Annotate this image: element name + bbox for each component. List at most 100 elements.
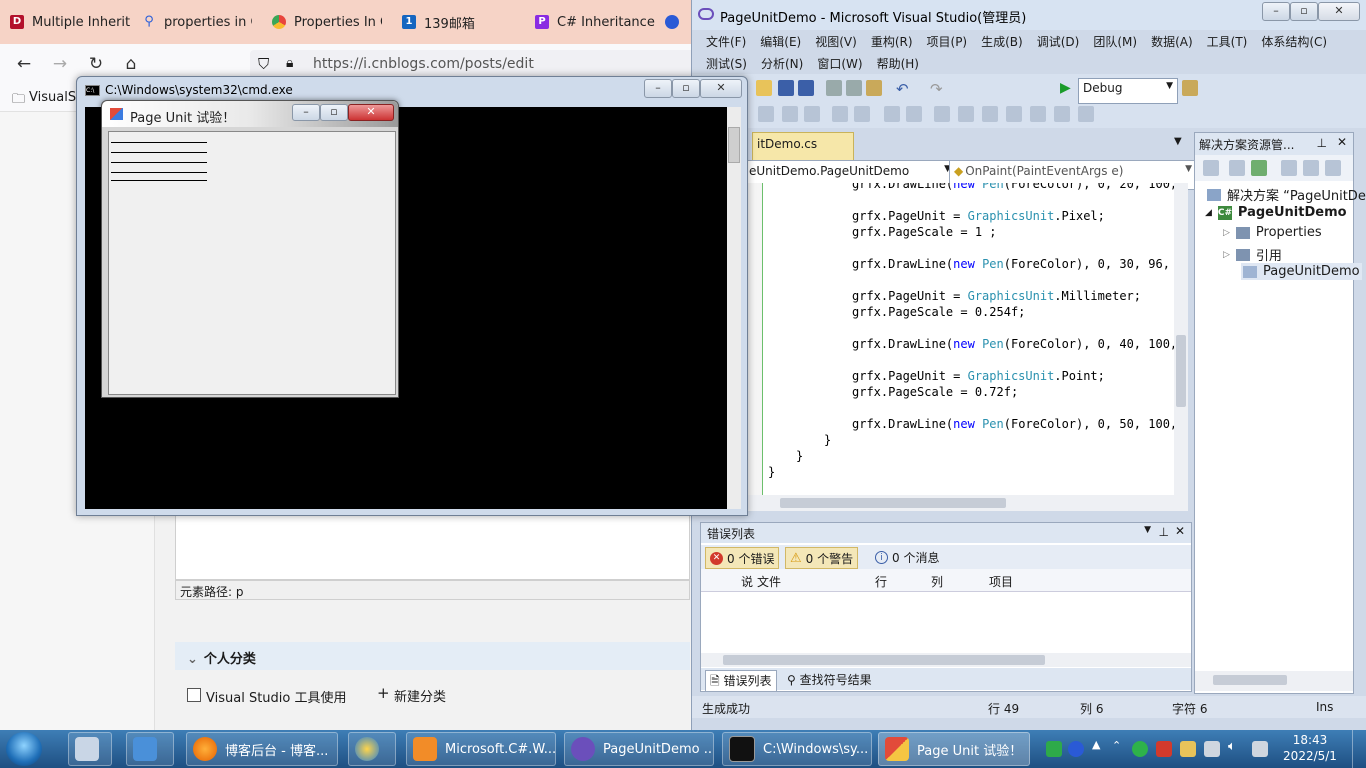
bookmark-folder[interactable]: 🗀 VisualSt bbox=[12, 90, 81, 112]
home-icon[interactable]: ⌂ bbox=[119, 52, 143, 76]
browser-tab-2[interactable]: Properties In C bbox=[272, 6, 382, 38]
errors-filter-button[interactable]: ✕ 0 个错误 bbox=[705, 547, 780, 569]
scroll-thumb[interactable] bbox=[1213, 675, 1287, 685]
close-icon[interactable]: ✕ bbox=[1337, 135, 1347, 149]
security-icon[interactable] bbox=[1180, 741, 1196, 757]
pinned-desktop[interactable] bbox=[126, 732, 174, 766]
browser-tab-3[interactable]: 1 139邮箱 bbox=[402, 6, 512, 38]
menu-item[interactable]: 文件(F) bbox=[706, 33, 746, 50]
new-category-link[interactable]: 新建分类 bbox=[394, 686, 446, 705]
task-cmd[interactable]: C:\Windows\sy... bbox=[722, 732, 872, 766]
next-bookmark-folder-icon[interactable] bbox=[1030, 106, 1046, 122]
minimize-button[interactable]: – bbox=[292, 104, 320, 121]
minimize-button[interactable]: – bbox=[1262, 2, 1290, 21]
close-button[interactable]: ✕ bbox=[348, 104, 394, 121]
volume-muted-icon[interactable] bbox=[1156, 741, 1172, 757]
menu-item[interactable]: 数据(A) bbox=[1151, 33, 1193, 50]
close-button[interactable]: ✕ bbox=[1318, 2, 1360, 21]
undo-icon[interactable]: ↶ bbox=[896, 80, 912, 98]
browser-tab-1[interactable]: ⚲ properties in C bbox=[142, 6, 252, 38]
menu-item[interactable]: 生成(B) bbox=[981, 33, 1023, 50]
task-pdf[interactable]: Microsoft.C#.W... bbox=[406, 732, 556, 766]
column-line[interactable]: 行 bbox=[875, 573, 887, 590]
properties-window-icon[interactable] bbox=[1182, 80, 1198, 96]
menu-item[interactable]: 项目(P) bbox=[927, 33, 968, 50]
maximize-button[interactable]: ▫ bbox=[672, 79, 700, 98]
browser-tab-0[interactable]: D Multiple Inherit bbox=[10, 6, 130, 38]
comment-icon[interactable] bbox=[884, 106, 900, 122]
show-all-files-icon[interactable] bbox=[1229, 160, 1245, 176]
menu-item[interactable]: 测试(S) bbox=[706, 55, 747, 72]
back-arrow-icon[interactable]: ← bbox=[12, 52, 36, 76]
task-firefox[interactable]: 博客后台 - 博客... bbox=[186, 732, 338, 766]
browser-tab-4[interactable]: P C# Inheritance bbox=[535, 6, 655, 38]
speaker-icon[interactable]: 🔈︎ bbox=[1228, 739, 1244, 755]
scroll-thumb[interactable] bbox=[780, 498, 1006, 508]
start-debug-icon[interactable]: ▶ bbox=[1060, 80, 1076, 96]
help-icon[interactable] bbox=[1068, 741, 1084, 757]
clock[interactable]: 18:43 2022/5/1 bbox=[1280, 732, 1340, 764]
show-desktop-button[interactable] bbox=[1352, 730, 1366, 768]
menu-item[interactable]: 编辑(E) bbox=[760, 33, 801, 50]
reload-icon[interactable]: ↻ bbox=[84, 52, 108, 76]
start-button[interactable] bbox=[6, 732, 42, 766]
maximize-button[interactable]: ▫ bbox=[1290, 2, 1318, 21]
console-scrollbar[interactable] bbox=[727, 107, 741, 509]
plus-icon[interactable]: + bbox=[377, 684, 390, 702]
forward-arrow-icon[interactable]: → bbox=[48, 52, 72, 76]
solution-root[interactable]: 解决方案 “PageUnitDe bbox=[1207, 185, 1366, 204]
pinned-app[interactable] bbox=[348, 732, 396, 766]
pin-icon[interactable]: ⊥ bbox=[1317, 136, 1327, 150]
menu-item[interactable]: 重构(R) bbox=[871, 33, 913, 50]
error-list-hscroll[interactable] bbox=[701, 653, 1191, 667]
network-icon[interactable] bbox=[1252, 741, 1268, 757]
maximize-button[interactable]: ▫ bbox=[320, 104, 348, 121]
column-file[interactable]: 文件 bbox=[757, 573, 781, 590]
close-icon[interactable]: ✕ bbox=[1175, 524, 1185, 538]
device-icon[interactable] bbox=[1204, 741, 1220, 757]
category-section-header[interactable]: ⌄ 个人分类 bbox=[175, 642, 690, 670]
code-horizontal-scrollbar[interactable] bbox=[744, 495, 1188, 511]
code-editor[interactable]: grfx.DrawLine(new Pen(ForeColor), 0, 20,… bbox=[744, 183, 1174, 495]
pinned-explorer[interactable] bbox=[68, 732, 112, 766]
save-all-icon[interactable] bbox=[798, 80, 814, 96]
menu-item[interactable]: 视图(V) bbox=[815, 33, 857, 50]
clear-bookmarks-icon[interactable] bbox=[1054, 106, 1070, 122]
pin-icon[interactable]: ⊥ bbox=[1159, 525, 1169, 539]
view-code-icon[interactable] bbox=[1281, 160, 1297, 176]
document-tab[interactable]: itDemo.cs bbox=[752, 132, 854, 162]
solution-hscroll[interactable] bbox=[1195, 671, 1353, 691]
menu-item[interactable]: 帮助(H) bbox=[877, 55, 919, 72]
menu-item[interactable]: 调试(D) bbox=[1037, 33, 1080, 50]
project-node[interactable]: ◢ C# PageUnitDemo bbox=[1205, 205, 1347, 220]
view-designer-icon[interactable] bbox=[1303, 160, 1319, 176]
menu-item[interactable]: 工具(T) bbox=[1207, 33, 1248, 50]
menu-item[interactable]: 窗口(W) bbox=[817, 55, 862, 72]
redo-icon[interactable]: ↷ bbox=[930, 80, 946, 98]
tray-app-icon[interactable] bbox=[1046, 741, 1062, 757]
tab-dropdown-icon[interactable]: ▼ bbox=[1174, 136, 1182, 147]
wechat-icon[interactable] bbox=[1132, 741, 1148, 757]
paste-icon[interactable] bbox=[866, 80, 882, 96]
refresh-icon[interactable] bbox=[1251, 160, 1267, 176]
prev-bookmark-folder-icon[interactable] bbox=[1006, 106, 1022, 122]
menu-item[interactable]: 分析(N) bbox=[761, 55, 803, 72]
next-bookmark-icon[interactable] bbox=[982, 106, 998, 122]
category-checkbox[interactable] bbox=[187, 688, 201, 702]
dropdown-icon[interactable]: ▼ bbox=[1144, 525, 1151, 535]
quick-info-icon[interactable] bbox=[782, 106, 798, 122]
properties-icon[interactable] bbox=[1203, 160, 1219, 176]
scroll-thumb[interactable] bbox=[723, 655, 1045, 665]
pointer-icon[interactable] bbox=[758, 106, 774, 122]
bookmark-icon[interactable] bbox=[934, 106, 950, 122]
prev-bookmark-icon[interactable] bbox=[958, 106, 974, 122]
close-button[interactable]: ✕ bbox=[700, 79, 742, 98]
menu-item[interactable]: 体系结构(C) bbox=[1261, 33, 1327, 50]
cut-icon[interactable] bbox=[826, 80, 842, 96]
column-description[interactable]: 说 bbox=[741, 573, 753, 590]
open-file-icon[interactable] bbox=[756, 80, 772, 96]
uncomment-icon[interactable] bbox=[906, 106, 922, 122]
tray-expand-icon[interactable]: ▲ bbox=[1092, 738, 1108, 754]
class-diagram-icon[interactable] bbox=[1325, 160, 1341, 176]
copy-icon[interactable] bbox=[846, 80, 862, 96]
